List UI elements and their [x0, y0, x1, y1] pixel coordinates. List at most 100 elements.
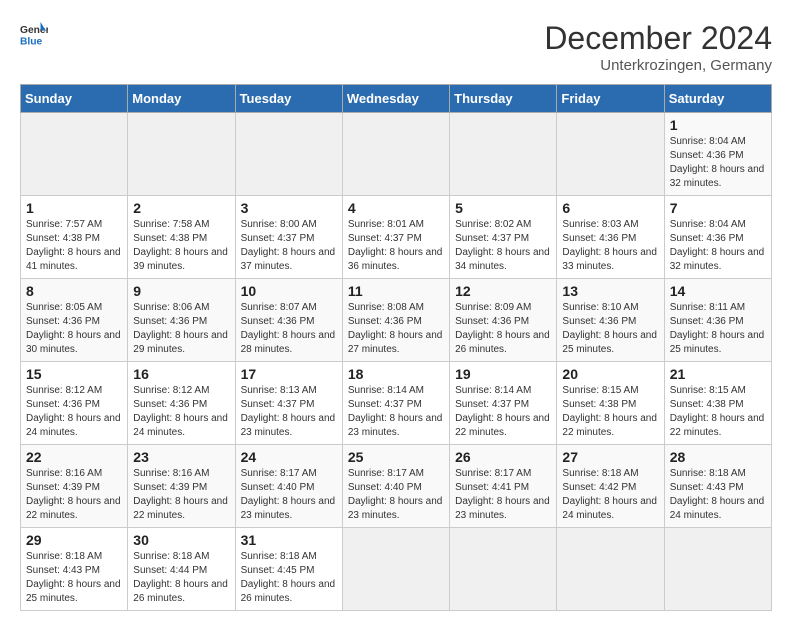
calendar-cell: 19 Sunrise: 8:14 AMSunset: 4:37 PMDaylig…	[450, 362, 557, 445]
calendar-cell: 9 Sunrise: 8:06 AMSunset: 4:36 PMDayligh…	[128, 279, 235, 362]
calendar-cell: 7 Sunrise: 8:04 AMSunset: 4:36 PMDayligh…	[664, 196, 771, 279]
cell-info: Sunrise: 8:06 AMSunset: 4:36 PMDaylight:…	[133, 302, 228, 355]
day-number: 15	[26, 366, 122, 382]
calendar-cell: 25 Sunrise: 8:17 AMSunset: 4:40 PMDaylig…	[342, 445, 449, 528]
day-number: 8	[26, 283, 122, 299]
day-number: 19	[455, 366, 551, 382]
cell-info: Sunrise: 8:16 AMSunset: 4:39 PMDaylight:…	[133, 468, 228, 521]
day-number: 16	[133, 366, 229, 382]
cell-info: Sunrise: 8:18 AMSunset: 4:43 PMDaylight:…	[670, 468, 765, 521]
cell-info: Sunrise: 8:05 AMSunset: 4:36 PMDaylight:…	[26, 302, 121, 355]
day-number: 1	[670, 117, 766, 133]
header: General Blue December 2024 Unterkrozinge…	[20, 20, 772, 74]
calendar-cell: 5 Sunrise: 8:02 AMSunset: 4:37 PMDayligh…	[450, 196, 557, 279]
cell-info: Sunrise: 8:18 AMSunset: 4:42 PMDaylight:…	[562, 468, 657, 521]
cell-info: Sunrise: 8:15 AMSunset: 4:38 PMDaylight:…	[562, 385, 657, 438]
day-number: 4	[348, 200, 444, 216]
cell-info: Sunrise: 8:01 AMSunset: 4:37 PMDaylight:…	[348, 219, 443, 272]
calendar-cell: 24 Sunrise: 8:17 AMSunset: 4:40 PMDaylig…	[235, 445, 342, 528]
calendar-cell: 23 Sunrise: 8:16 AMSunset: 4:39 PMDaylig…	[128, 445, 235, 528]
day-number: 26	[455, 449, 551, 465]
column-header-saturday: Saturday	[664, 85, 771, 113]
calendar-cell	[557, 113, 664, 196]
cell-info: Sunrise: 8:04 AMSunset: 4:36 PMDaylight:…	[670, 219, 765, 272]
calendar-cell	[235, 113, 342, 196]
day-number: 1	[26, 200, 122, 216]
column-header-wednesday: Wednesday	[342, 85, 449, 113]
calendar-cell: 13 Sunrise: 8:10 AMSunset: 4:36 PMDaylig…	[557, 279, 664, 362]
week-row-5: 22 Sunrise: 8:16 AMSunset: 4:39 PMDaylig…	[21, 445, 772, 528]
day-number: 17	[241, 366, 337, 382]
day-number: 2	[133, 200, 229, 216]
cell-info: Sunrise: 8:09 AMSunset: 4:36 PMDaylight:…	[455, 302, 550, 355]
calendar-cell: 6 Sunrise: 8:03 AMSunset: 4:36 PMDayligh…	[557, 196, 664, 279]
cell-info: Sunrise: 8:07 AMSunset: 4:36 PMDaylight:…	[241, 302, 336, 355]
svg-text:General: General	[20, 25, 48, 36]
location-title: Unterkrozingen, Germany	[544, 57, 772, 74]
column-header-sunday: Sunday	[21, 85, 128, 113]
calendar-cell	[450, 113, 557, 196]
calendar-cell	[128, 113, 235, 196]
svg-text:Blue: Blue	[20, 36, 43, 47]
calendar-cell: 1 Sunrise: 8:04 AMSunset: 4:36 PMDayligh…	[664, 113, 771, 196]
calendar-cell: 14 Sunrise: 8:11 AMSunset: 4:36 PMDaylig…	[664, 279, 771, 362]
week-row-6: 29 Sunrise: 8:18 AMSunset: 4:43 PMDaylig…	[21, 528, 772, 611]
month-title: December 2024	[544, 20, 772, 57]
calendar-header-row: SundayMondayTuesdayWednesdayThursdayFrid…	[21, 85, 772, 113]
cell-info: Sunrise: 8:15 AMSunset: 4:38 PMDaylight:…	[670, 385, 765, 438]
day-number: 24	[241, 449, 337, 465]
cell-info: Sunrise: 8:17 AMSunset: 4:41 PMDaylight:…	[455, 468, 550, 521]
cell-info: Sunrise: 8:10 AMSunset: 4:36 PMDaylight:…	[562, 302, 657, 355]
cell-info: Sunrise: 7:57 AMSunset: 4:38 PMDaylight:…	[26, 219, 121, 272]
calendar-cell	[342, 528, 449, 611]
day-number: 18	[348, 366, 444, 382]
day-number: 13	[562, 283, 658, 299]
week-row-3: 8 Sunrise: 8:05 AMSunset: 4:36 PMDayligh…	[21, 279, 772, 362]
cell-info: Sunrise: 8:04 AMSunset: 4:36 PMDaylight:…	[670, 136, 765, 189]
day-number: 7	[670, 200, 766, 216]
day-number: 10	[241, 283, 337, 299]
calendar-cell: 2 Sunrise: 7:58 AMSunset: 4:38 PMDayligh…	[128, 196, 235, 279]
column-header-friday: Friday	[557, 85, 664, 113]
cell-info: Sunrise: 8:02 AMSunset: 4:37 PMDaylight:…	[455, 219, 550, 272]
calendar-cell: 10 Sunrise: 8:07 AMSunset: 4:36 PMDaylig…	[235, 279, 342, 362]
logo: General Blue	[20, 20, 48, 48]
day-number: 27	[562, 449, 658, 465]
calendar-cell: 20 Sunrise: 8:15 AMSunset: 4:38 PMDaylig…	[557, 362, 664, 445]
calendar-cell	[21, 113, 128, 196]
cell-info: Sunrise: 8:14 AMSunset: 4:37 PMDaylight:…	[455, 385, 550, 438]
calendar-cell: 28 Sunrise: 8:18 AMSunset: 4:43 PMDaylig…	[664, 445, 771, 528]
calendar-cell: 11 Sunrise: 8:08 AMSunset: 4:36 PMDaylig…	[342, 279, 449, 362]
day-number: 14	[670, 283, 766, 299]
column-header-tuesday: Tuesday	[235, 85, 342, 113]
day-number: 29	[26, 532, 122, 548]
cell-info: Sunrise: 8:17 AMSunset: 4:40 PMDaylight:…	[348, 468, 443, 521]
week-row-1: 1 Sunrise: 8:04 AMSunset: 4:36 PMDayligh…	[21, 113, 772, 196]
day-number: 22	[26, 449, 122, 465]
day-number: 12	[455, 283, 551, 299]
calendar-cell: 8 Sunrise: 8:05 AMSunset: 4:36 PMDayligh…	[21, 279, 128, 362]
day-number: 31	[241, 532, 337, 548]
calendar-cell: 18 Sunrise: 8:14 AMSunset: 4:37 PMDaylig…	[342, 362, 449, 445]
day-number: 9	[133, 283, 229, 299]
cell-info: Sunrise: 8:13 AMSunset: 4:37 PMDaylight:…	[241, 385, 336, 438]
day-number: 20	[562, 366, 658, 382]
cell-info: Sunrise: 8:12 AMSunset: 4:36 PMDaylight:…	[133, 385, 228, 438]
calendar-cell: 1 Sunrise: 7:57 AMSunset: 4:38 PMDayligh…	[21, 196, 128, 279]
cell-info: Sunrise: 8:08 AMSunset: 4:36 PMDaylight:…	[348, 302, 443, 355]
calendar-cell: 30 Sunrise: 8:18 AMSunset: 4:44 PMDaylig…	[128, 528, 235, 611]
cell-info: Sunrise: 8:17 AMSunset: 4:40 PMDaylight:…	[241, 468, 336, 521]
cell-info: Sunrise: 8:18 AMSunset: 4:45 PMDaylight:…	[241, 551, 336, 604]
cell-info: Sunrise: 7:58 AMSunset: 4:38 PMDaylight:…	[133, 219, 228, 272]
calendar-cell: 31 Sunrise: 8:18 AMSunset: 4:45 PMDaylig…	[235, 528, 342, 611]
day-number: 3	[241, 200, 337, 216]
week-row-2: 1 Sunrise: 7:57 AMSunset: 4:38 PMDayligh…	[21, 196, 772, 279]
week-row-4: 15 Sunrise: 8:12 AMSunset: 4:36 PMDaylig…	[21, 362, 772, 445]
calendar-cell	[557, 528, 664, 611]
day-number: 28	[670, 449, 766, 465]
day-number: 23	[133, 449, 229, 465]
cell-info: Sunrise: 8:18 AMSunset: 4:43 PMDaylight:…	[26, 551, 121, 604]
calendar-cell: 29 Sunrise: 8:18 AMSunset: 4:43 PMDaylig…	[21, 528, 128, 611]
cell-info: Sunrise: 8:11 AMSunset: 4:36 PMDaylight:…	[670, 302, 765, 355]
calendar-cell: 26 Sunrise: 8:17 AMSunset: 4:41 PMDaylig…	[450, 445, 557, 528]
